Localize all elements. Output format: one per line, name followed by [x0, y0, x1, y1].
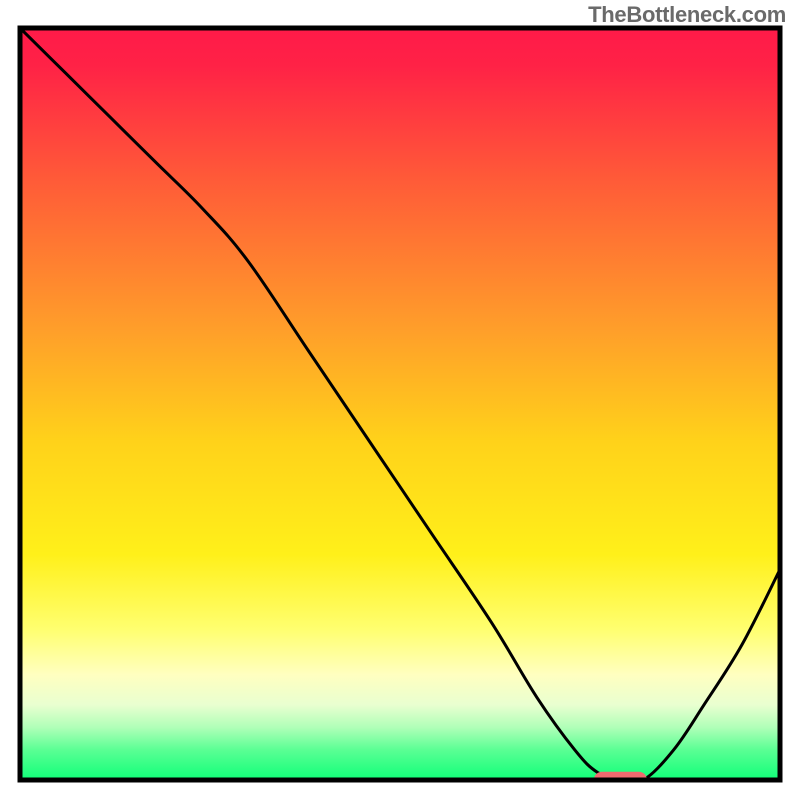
- chart-container: TheBottleneck.com: [0, 0, 800, 800]
- bottleneck-chart: [0, 0, 800, 800]
